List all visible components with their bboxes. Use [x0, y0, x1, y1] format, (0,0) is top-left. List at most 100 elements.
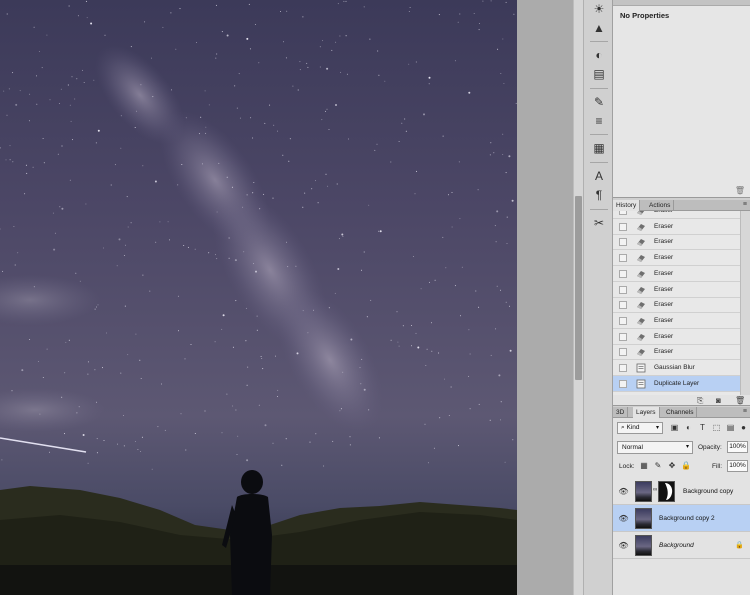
smart-object-filter-icon[interactable]: ▤	[725, 422, 736, 433]
layer-list[interactable]: 👁 ∞ Background copy 👁 Background copy 2 👁 Back…	[613, 478, 750, 595]
layers-panel: 3D Layers Channels ≡ ⌕ Kind ▾ ▣ ◐ T ⬚ ▤ …	[613, 407, 750, 595]
brightness-icon[interactable]: ☀	[589, 0, 609, 18]
history-state[interactable]: Eraser	[613, 234, 740, 251]
history-footer: ⎘ ◙ 🗑	[613, 395, 750, 406]
history-state[interactable]: Duplicate Layer	[613, 375, 740, 392]
history-state-label: Eraser	[654, 332, 674, 340]
properties-panel: No Properties 🗑	[613, 0, 750, 198]
history-source-checkbox[interactable]	[619, 211, 627, 215]
history-source-checkbox[interactable]	[619, 379, 627, 388]
brush-settings-icon[interactable]: ≡	[589, 112, 609, 130]
layer-name: Background copy	[683, 488, 734, 495]
history-state[interactable]: Eraser	[613, 266, 740, 282]
history-state[interactable]: Eraser	[613, 344, 740, 361]
visibility-eye-icon[interactable]: 👁	[618, 540, 629, 551]
character-icon[interactable]: A	[589, 167, 609, 185]
eraser-icon	[636, 300, 646, 310]
layers-tabbar: 3D Layers Channels ≡	[613, 407, 750, 418]
history-source-checkbox[interactable]	[619, 348, 627, 357]
adjustments-icon[interactable]: ◐	[589, 46, 609, 64]
chevron-down-icon: ▾	[655, 425, 659, 431]
history-source-checkbox[interactable]	[619, 269, 627, 278]
layer-row[interactable]: 👁 ∞ Background copy	[613, 478, 750, 505]
kind-filter-select[interactable]: ⌕ Kind ▾	[617, 422, 663, 434]
tab-3d[interactable]: 3D	[613, 407, 629, 418]
layer-name: Background	[659, 542, 694, 549]
tab-layers[interactable]: Layers	[633, 407, 660, 418]
styles-icon[interactable]: ▤	[589, 65, 609, 83]
history-state[interactable]: Eraser	[613, 219, 740, 235]
lock-image-icon[interactable]: ✎	[653, 461, 663, 471]
history-state[interactable]: Eraser	[613, 313, 740, 329]
history-source-checkbox[interactable]	[619, 285, 627, 294]
panel-menu-icon[interactable]: ≡	[743, 201, 747, 208]
history-source-checkbox[interactable]	[619, 332, 627, 341]
blend-mode-value: Normal	[622, 444, 643, 451]
panel-menu-icon[interactable]: ≡	[743, 408, 747, 415]
pixel-filter-icon[interactable]: ▣	[669, 422, 680, 433]
fill-input[interactable]: 100%	[727, 460, 748, 472]
history-source-checkbox[interactable]	[619, 254, 627, 263]
layer-doc-icon	[636, 379, 646, 389]
visibility-eye-icon[interactable]: 👁	[618, 513, 629, 524]
history-source-checkbox[interactable]	[619, 222, 627, 231]
history-source-checkbox[interactable]	[619, 364, 627, 372]
history-state-label: Eraser	[654, 211, 673, 214]
paragraph-icon[interactable]: ¶	[589, 186, 609, 204]
delete-state-icon[interactable]: 🗑	[735, 396, 745, 405]
eraser-icon	[636, 285, 646, 295]
mask-link-icon[interactable]: ∞	[653, 487, 657, 493]
history-source-checkbox[interactable]	[619, 301, 627, 310]
history-source-checkbox[interactable]	[619, 238, 627, 247]
night-sky-photo	[0, 0, 517, 595]
lock-all-icon[interactable]: 🔒	[681, 461, 691, 471]
scrollbar-thumb[interactable]	[575, 196, 582, 380]
trash-icon[interactable]: 🗑	[735, 186, 745, 195]
clone-source-icon[interactable]: ▦	[589, 139, 609, 157]
history-state-label: Eraser	[654, 222, 674, 230]
blend-row: Normal ▾ Opacity: 100%	[613, 439, 750, 456]
lock-transparent-icon[interactable]: ▦	[639, 461, 649, 471]
history-state[interactable]: Eraser	[613, 282, 740, 298]
history-state[interactable]: Eraser	[613, 250, 740, 267]
shape-filter-icon[interactable]: ⬚	[711, 422, 722, 433]
brush-presets-icon[interactable]: ✎	[589, 93, 609, 111]
opacity-label: Opacity:	[698, 444, 722, 451]
history-list[interactable]: Eraser Eraser Eraser Eraser Eraser Eraser Eras…	[613, 211, 740, 395]
lock-row: Lock: ▦ ✎ ✥ 🔒 Fill: 100%	[613, 459, 750, 475]
adjustment-filter-icon[interactable]: ◐	[683, 422, 694, 433]
history-state-label: Eraser	[654, 238, 674, 246]
type-filter-icon[interactable]: T	[697, 422, 708, 433]
layer-mask-thumbnail[interactable]	[658, 481, 675, 502]
new-document-from-state-icon[interactable]: ⎘	[697, 396, 703, 406]
filter-doc-icon	[636, 363, 646, 373]
search-icon: ⌕	[621, 424, 625, 431]
tool-presets-icon[interactable]: ✂	[589, 214, 609, 232]
lock-position-icon[interactable]: ✥	[667, 461, 677, 471]
tab-actions[interactable]: Actions	[646, 200, 675, 211]
tab-channels[interactable]: Channels	[663, 407, 698, 418]
filter-toggle-icon[interactable]: ●	[738, 422, 749, 433]
histogram-icon[interactable]: ▲	[589, 19, 609, 37]
document-canvas[interactable]	[0, 0, 517, 595]
history-tabbar: History Actions ≡	[613, 200, 750, 211]
layer-thumbnail[interactable]	[635, 508, 652, 529]
eraser-icon	[636, 237, 646, 247]
canvas-vertical-scrollbar[interactable]	[573, 0, 583, 595]
visibility-eye-icon[interactable]: 👁	[618, 486, 629, 497]
opacity-input[interactable]: 100%	[727, 441, 748, 453]
history-scrollbar[interactable]	[740, 211, 750, 395]
eraser-icon	[636, 269, 646, 279]
layer-thumbnail[interactable]	[635, 535, 652, 556]
kind-label: Kind	[626, 424, 640, 431]
tab-history[interactable]: History	[613, 200, 641, 211]
layer-row[interactable]: 👁 Background 🔒	[613, 532, 750, 559]
blend-mode-select[interactable]: Normal ▾	[617, 441, 693, 454]
history-source-checkbox[interactable]	[619, 316, 627, 325]
snapshot-camera-icon[interactable]: ◙	[716, 396, 721, 405]
layer-thumbnail[interactable]	[635, 481, 652, 502]
history-state[interactable]: Gaussian Blur	[613, 360, 740, 376]
layer-row[interactable]: 👁 Background copy 2	[613, 505, 750, 532]
history-state[interactable]: Eraser	[613, 329, 740, 345]
history-state[interactable]: Eraser	[613, 297, 740, 314]
